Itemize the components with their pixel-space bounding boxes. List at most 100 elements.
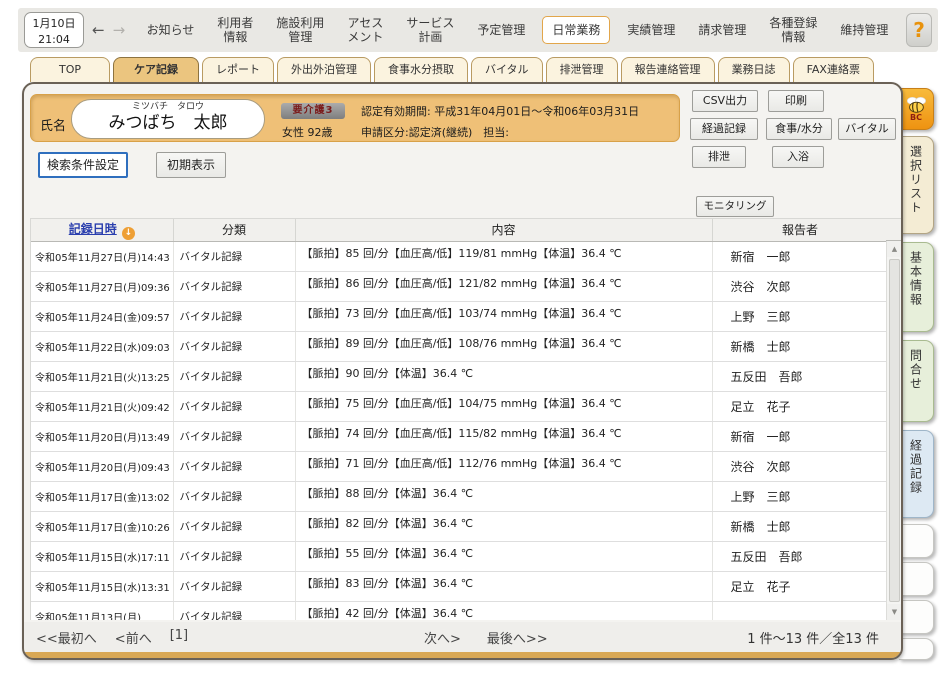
table-row[interactable]: 令和05年11月22日(水)09:03 バイタル記録 【脈拍】89 回/分【血圧… [31,331,888,361]
record-reporter: 上野 三郎 [712,481,888,511]
tab-vital[interactable]: バイタル [471,57,543,82]
tab-shokuji-suibun[interactable]: 食事水分摂取 [374,57,468,82]
record-datetime: 令和05年11月22日(水)09:03 [31,331,173,361]
record-reporter: 足立 花子 [712,391,888,421]
sidebar-tab-empty[interactable] [899,562,934,596]
back-arrow-icon[interactable]: ← [92,21,105,39]
page-last-link[interactable]: 最後へ>> [487,628,548,647]
page-prev-link[interactable]: <前へ [115,628,152,647]
sidebar-tab-empty[interactable] [899,638,934,660]
column-header-content: 内容 [295,219,712,241]
patient-name-field: ミツバチ タロウ みつばち 太郎 [71,99,265,139]
sidebar-tab-empty[interactable] [899,600,934,634]
record-datetime: 令和05年11月17日(金)10:26 [31,511,173,541]
records-table: 記録日時↓ 分類 内容 報告者 令和05年11月27日(月)14:43 バイタル… [31,219,889,620]
tab-haisetsu-kanri[interactable]: 排泄管理 [546,57,618,82]
forward-arrow-icon[interactable]: → [113,21,126,39]
care-level-badge: 要介護3 [281,103,345,119]
patient-sex-age: 女性 92歳 [282,124,333,140]
table-row[interactable]: 令和05年11月24日(金)09:57 バイタル記録 【脈拍】73 回/分【血圧… [31,301,888,331]
sort-link-datetime[interactable]: 記録日時 [69,222,117,236]
table-row[interactable]: 令和05年11月20日(月)13:49 バイタル記録 【脈拍】74 回/分【血圧… [31,421,888,451]
table-row[interactable]: 令和05年11月17日(金)13:02 バイタル記録 【脈拍】88 回/分【体温… [31,481,888,511]
sidebar-tab-keika-kiroku[interactable]: 経過記録 [899,430,934,518]
top-menu-bar: 1月10日 21:04 ← → お知らせ 利用者 情報 施設利用 管理 アセス … [18,8,938,52]
menu-item-assessment[interactable]: アセス メント [341,12,389,49]
sort-desc-icon[interactable]: ↓ [122,227,135,240]
record-category: バイタル記録 [173,271,295,301]
menu-item-service-keikaku[interactable]: サービス 計画 [400,12,460,49]
search-condition-button[interactable]: 検索条件設定 [38,152,128,178]
menu-item-nichijou-gyoumu[interactable]: 日常業務 [542,16,610,44]
tab-houkoku-renraku[interactable]: 報告連絡管理 [621,57,715,82]
table-row[interactable]: 令和05年11月13日(月) バイタル記録 【脈拍】42 回/分【体温】36.4… [31,601,888,620]
table-row[interactable]: 令和05年11月27日(月)09:36 バイタル記録 【脈拍】86 回/分【血圧… [31,271,888,301]
table-row[interactable]: 令和05年11月20日(月)09:43 バイタル記録 【脈拍】71 回/分【血圧… [31,451,888,481]
vital-button[interactable]: バイタル [838,118,896,140]
record-category: バイタル記録 [173,541,295,571]
menu-item-shisetsu-riyou-kanri[interactable]: 施設利用 管理 [270,12,330,49]
progress-record-button[interactable]: 経過記録 [690,118,758,140]
record-content: 【脈拍】75 回/分【血圧高/低】104/75 mmHg【体温】36.4 ℃ [295,391,712,421]
application-type-text: 申請区分:認定済(継続) 担当: [361,124,509,140]
tab-gaishutsu-gaihaku[interactable]: 外出外泊管理 [277,57,371,82]
sidebar-tab-empty[interactable] [899,524,934,558]
record-reporter: 新宿 一郎 [712,241,888,271]
tab-care-kiroku[interactable]: ケア記録 [113,57,199,82]
menu-item-seikyuu-kanri[interactable]: 請求管理 [692,19,752,41]
record-datetime: 令和05年11月15日(水)13:31 [31,571,173,601]
bath-button[interactable]: 入浴 [772,146,824,168]
menu-item-jisseki-kanri[interactable]: 実績管理 [621,19,681,41]
sidebar-tab-label: 問合せ [908,349,925,391]
tab-report[interactable]: レポート [202,57,274,82]
tab-fax-renraku[interactable]: FAX連絡票 [793,57,874,82]
table-row[interactable]: 令和05年11月15日(水)17:11 バイタル記録 【脈拍】55 回/分【体温… [31,541,888,571]
record-content: 【脈拍】73 回/分【血圧高/低】103/74 mmHg【体温】36.4 ℃ [295,301,712,331]
page-next-link[interactable]: 次へ> [424,628,461,647]
vertical-scrollbar[interactable]: ▲ ▼ [886,241,902,620]
monitoring-button[interactable]: モニタリング [696,196,774,217]
record-content: 【脈拍】74 回/分【血圧高/低】115/82 mmHg【体温】36.4 ℃ [295,421,712,451]
scrollbar-thumb[interactable] [889,259,900,602]
initial-view-button[interactable]: 初期表示 [156,152,226,178]
sidebar-tab-label: 基本情報 [908,251,925,307]
tab-gyoumu-nisshi[interactable]: 業務日誌 [718,57,790,82]
menu-item-oshirase[interactable]: お知らせ [141,19,201,41]
scrollbar-corner [886,219,902,241]
record-category: バイタル記録 [173,451,295,481]
record-content: 【脈拍】42 回/分【体温】36.4 ℃ [295,601,712,620]
record-reporter: 足立 花子 [712,571,888,601]
record-category: バイタル記録 [173,481,295,511]
page-first-link[interactable]: <<最初へ [36,628,97,647]
tab-top[interactable]: TOP [30,57,110,82]
menu-item-yotei-kanri[interactable]: 予定管理 [471,19,531,41]
page-current[interactable]: [1] [170,628,188,647]
table-row[interactable]: 令和05年11月21日(火)09:42 バイタル記録 【脈拍】75 回/分【血圧… [31,391,888,421]
care-record-panel: 氏名 ミツバチ タロウ みつばち 太郎 要介護3 女性 92歳 認定有効期間: … [22,82,903,660]
pagination-bar: <<最初へ <前へ [1] 次へ> 最後へ>> 1 件～13 件／全13 件 [24,622,901,652]
table-row[interactable]: 令和05年11月21日(火)13:25 バイタル記録 【脈拍】90 回/分【体温… [31,361,888,391]
scroll-down-icon[interactable]: ▼ [887,604,902,620]
menu-item-riyousha-jouhou[interactable]: 利用者 情報 [211,12,259,49]
meal-water-button[interactable]: 食事/水分 [766,118,832,140]
brand-logo-tab: BC [899,88,934,130]
record-datetime: 令和05年11月15日(水)17:11 [31,541,173,571]
print-button[interactable]: 印刷 [768,90,824,112]
excretion-button[interactable]: 排泄 [692,146,746,168]
csv-export-button[interactable]: CSV出力 [692,90,758,112]
sidebar-tab-sentaku-list[interactable]: 選択リスト [899,136,934,234]
record-category: バイタル記録 [173,331,295,361]
sidebar-tab-kihon-jouhou[interactable]: 基本情報 [899,242,934,332]
help-button[interactable]: ? [906,13,932,47]
menu-item-iji-kanri[interactable]: 維持管理 [834,19,894,41]
scroll-up-icon[interactable]: ▲ [887,241,902,257]
sidebar-tab-toiawase[interactable]: 問合せ [899,340,934,422]
table-row[interactable]: 令和05年11月27日(月)14:43 バイタル記録 【脈拍】85 回/分【血圧… [31,241,888,271]
table-row[interactable]: 令和05年11月17日(金)10:26 バイタル記録 【脈拍】82 回/分【体温… [31,511,888,541]
menu-item-kakushu-touroku[interactable]: 各種登録 情報 [763,12,823,49]
record-datetime: 令和05年11月13日(月) [31,601,173,620]
record-reporter [712,601,888,620]
record-datetime: 令和05年11月17日(金)13:02 [31,481,173,511]
record-datetime: 令和05年11月20日(月)13:49 [31,421,173,451]
table-row[interactable]: 令和05年11月15日(水)13:31 バイタル記録 【脈拍】83 回/分【体温… [31,571,888,601]
